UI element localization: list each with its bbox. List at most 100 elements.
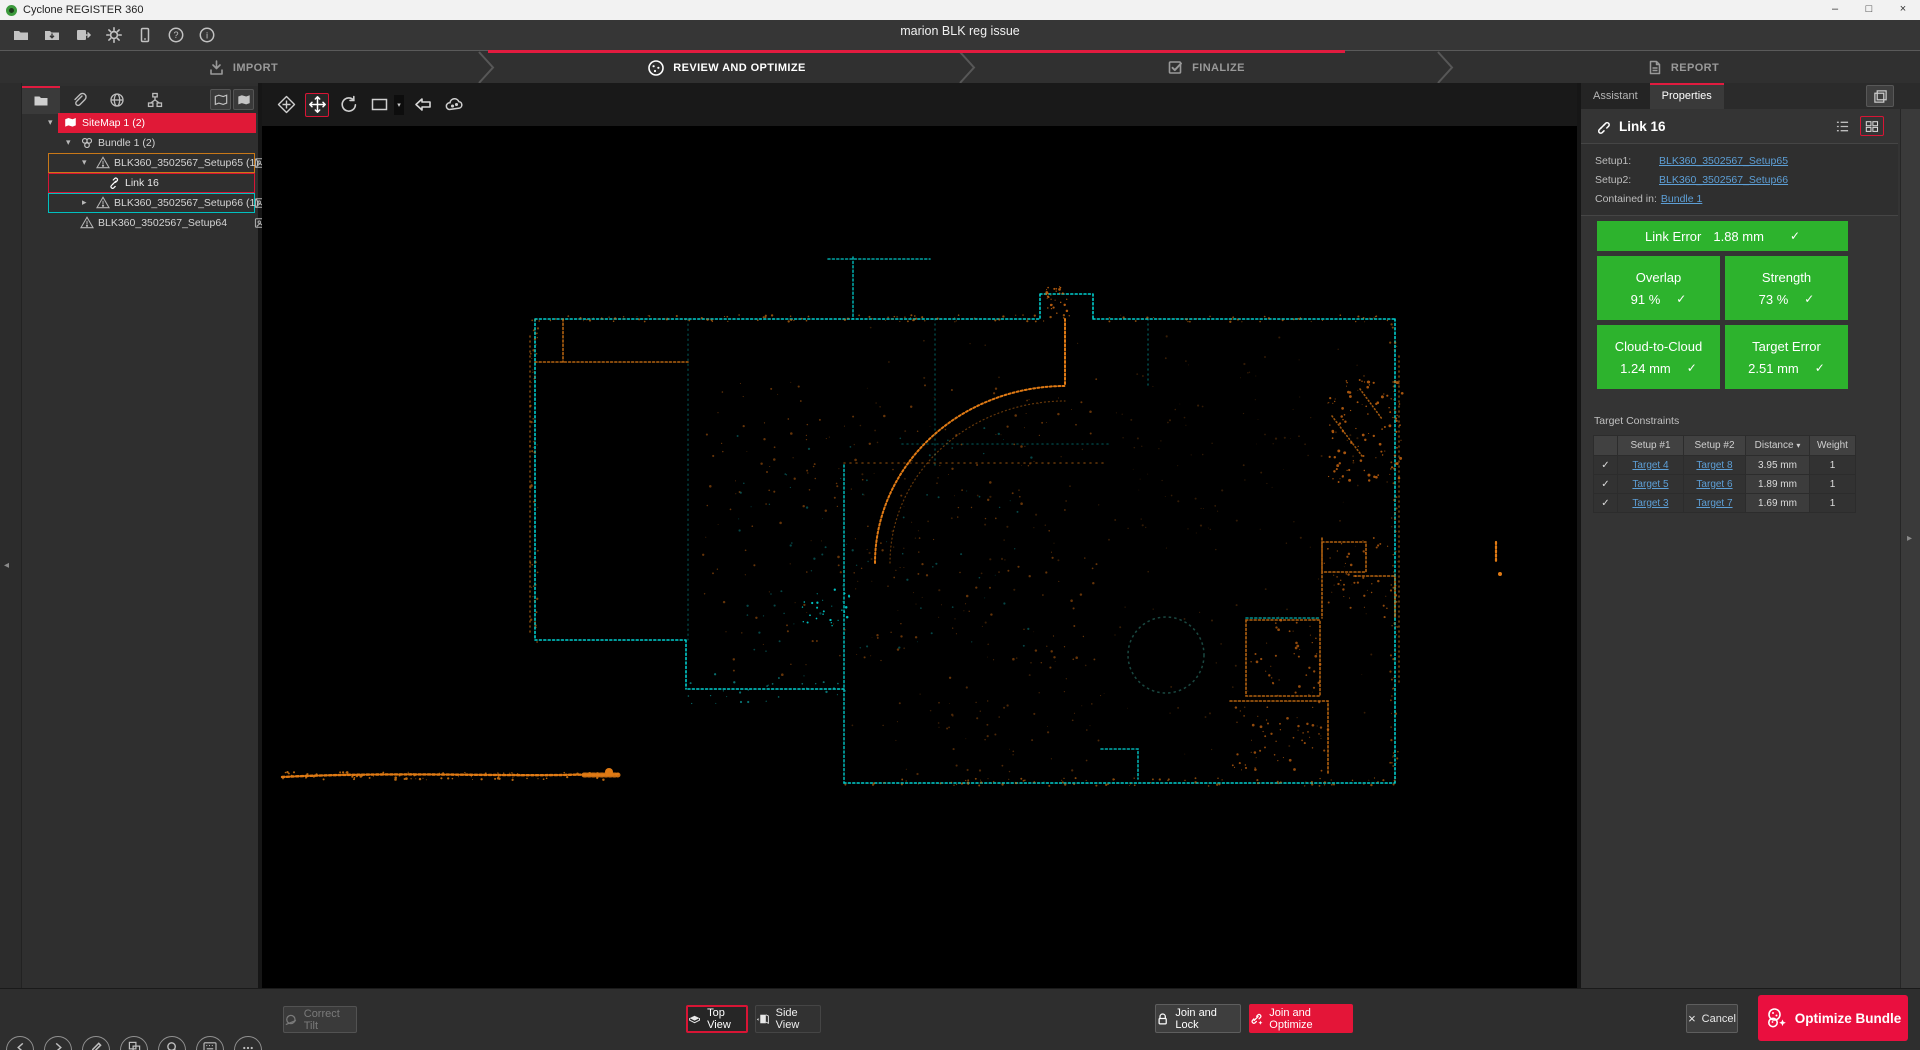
- target-link[interactable]: Target 7: [1696, 498, 1732, 509]
- rotate-tool-button[interactable]: [336, 93, 360, 117]
- rectangle-select-button[interactable]: [367, 93, 391, 117]
- select-tool-dropdown[interactable]: ▾: [394, 95, 404, 115]
- panel-layout-button[interactable]: [1866, 85, 1894, 107]
- folder-save-icon: [43, 26, 61, 44]
- expand-caret-icon[interactable]: ▾: [66, 137, 71, 148]
- tree-item-setup64[interactable]: BLK360_3502567_Setup64: [22, 213, 258, 233]
- workflow-step-review-and-optimize[interactable]: REVIEW AND OPTIMIZE: [486, 51, 967, 84]
- top-view-button[interactable]: Top View: [686, 1005, 748, 1033]
- distance-column-header[interactable]: Distance ▾: [1746, 436, 1810, 456]
- tree-item-setup66[interactable]: ▸ BLK360_3502567_Setup66 (1): [22, 193, 258, 213]
- sidebar-tabs: [22, 86, 258, 114]
- target-link[interactable]: Target 4: [1632, 460, 1668, 471]
- sidebar-tab-links[interactable]: [60, 86, 98, 114]
- tab-assistant[interactable]: Assistant: [1581, 83, 1650, 109]
- check-icon: ✓: [1676, 292, 1686, 306]
- tree-item-setup65[interactable]: ▾ BLK360_3502567_Setup65 (1): [22, 153, 258, 173]
- target-link[interactable]: Target 8: [1696, 460, 1732, 471]
- windows-icon: [128, 1041, 141, 1050]
- side-view-button[interactable]: Side View: [755, 1005, 821, 1033]
- constraint-check[interactable]: ✓: [1594, 475, 1618, 494]
- constraint-check[interactable]: ✓: [1594, 494, 1618, 513]
- point-cloud-viewport[interactable]: [262, 126, 1577, 988]
- search-icon: [166, 1041, 179, 1050]
- constraint-check[interactable]: ✓: [1594, 456, 1618, 475]
- cloud-view-button[interactable]: [442, 93, 466, 117]
- bundle-link[interactable]: Bundle 1: [1661, 193, 1702, 205]
- check-icon: ✓: [1687, 361, 1697, 375]
- constraint-row[interactable]: ✓ Target 3 Target 7 1.69 mm 1: [1594, 494, 1856, 513]
- sidebar-tab-web[interactable]: [98, 86, 136, 114]
- keyboard-button[interactable]: [196, 1036, 224, 1050]
- workflow-step-report[interactable]: REPORT: [1445, 51, 1920, 84]
- join-and-optimize-button[interactable]: Join and Optimize: [1249, 1004, 1353, 1033]
- collapse-right-chevron-icon[interactable]: ▸: [1907, 533, 1912, 544]
- cancel-button[interactable]: × Cancel: [1686, 1004, 1738, 1033]
- find-button[interactable]: [158, 1036, 186, 1050]
- constraint-weight: 1: [1810, 475, 1856, 494]
- move-tool-button[interactable]: [305, 93, 329, 117]
- point-cloud-icon: [444, 95, 465, 114]
- minimize-button[interactable]: –: [1818, 0, 1852, 20]
- publish-button[interactable]: [72, 24, 94, 46]
- layout-button[interactable]: [120, 1036, 148, 1050]
- setup2-column-header[interactable]: Setup #2: [1684, 436, 1746, 456]
- expand-caret-icon[interactable]: ▸: [82, 197, 87, 208]
- sitemap-icon: [214, 93, 228, 107]
- info-button[interactable]: i: [196, 24, 218, 46]
- panel-scrollbar-track[interactable]: ▸: [1900, 109, 1920, 988]
- more-button[interactable]: [234, 1036, 262, 1050]
- sitemap-toggle-button[interactable]: [233, 89, 254, 110]
- optimize-bundle-button[interactable]: Optimize Bundle: [1758, 995, 1908, 1041]
- pan-icon: [277, 95, 296, 114]
- maximize-button[interactable]: □: [1852, 0, 1886, 20]
- open-project-button[interactable]: [10, 24, 32, 46]
- workflow-step-finalize[interactable]: FINALIZE: [967, 51, 1445, 84]
- target-link[interactable]: Target 3: [1632, 498, 1668, 509]
- collapse-left-chevron-icon[interactable]: ◂: [4, 560, 9, 571]
- join-and-lock-button[interactable]: Join and Lock: [1155, 1004, 1241, 1033]
- workflow-step-import[interactable]: IMPORT: [0, 51, 486, 84]
- sidebar-tab-sitemaps[interactable]: [22, 86, 60, 114]
- correct-tilt-button[interactable]: Correct Tilt: [283, 1006, 357, 1033]
- keyboard-icon: [203, 1041, 217, 1050]
- expand-caret-icon[interactable]: ▾: [82, 157, 87, 168]
- list-view-toggle[interactable]: [1830, 116, 1854, 136]
- review-optimize-icon: [647, 59, 665, 77]
- setup1-link[interactable]: BLK360_3502567_Setup65: [1659, 155, 1788, 167]
- edit-button[interactable]: [82, 1036, 110, 1050]
- titlebar: Cyclone REGISTER 360 – □ ×: [0, 0, 1920, 20]
- tree-item-sitemap[interactable]: ▾ SiteMap 1 (2): [22, 113, 258, 133]
- weight-column-header[interactable]: Weight: [1810, 436, 1856, 456]
- tree-item-link16[interactable]: Link 16: [22, 173, 258, 193]
- save-project-button[interactable]: [41, 24, 63, 46]
- link-error-metric: Link Error 1.88 mm ✓: [1597, 221, 1848, 251]
- constraint-row[interactable]: ✓ Target 4 Target 8 3.95 mm 1: [1594, 456, 1856, 475]
- target-constraints-title: Target Constraints: [1594, 415, 1679, 427]
- link-icon: [108, 177, 120, 189]
- warning-triangle-icon: [80, 216, 94, 229]
- close-button[interactable]: ×: [1886, 0, 1920, 20]
- setup1-column-header[interactable]: Setup #1: [1618, 436, 1684, 456]
- target-link[interactable]: Target 6: [1696, 479, 1732, 490]
- history-forward-button[interactable]: [44, 1036, 72, 1050]
- expand-caret-icon[interactable]: ▾: [48, 117, 53, 128]
- history-back-button[interactable]: [6, 1036, 34, 1050]
- settings-button[interactable]: [103, 24, 125, 46]
- grid-view-toggle[interactable]: [1860, 116, 1884, 136]
- left-rail: ◂: [0, 83, 22, 988]
- tree-item-bundle[interactable]: ▾ Bundle 1 (2): [22, 133, 258, 153]
- help-button[interactable]: ?: [165, 24, 187, 46]
- undo-button[interactable]: [411, 93, 435, 117]
- setup2-link[interactable]: BLK360_3502567_Setup66: [1659, 174, 1788, 186]
- constraint-row[interactable]: ✓ Target 5 Target 6 1.89 mm 1: [1594, 475, 1856, 494]
- tab-properties[interactable]: Properties: [1650, 83, 1724, 109]
- target-link[interactable]: Target 5: [1632, 479, 1668, 490]
- device-button[interactable]: [134, 24, 156, 46]
- project-sidebar: ▾ SiteMap 1 (2) ▾ Bundle 1 (2) ▾ BLK360_…: [22, 83, 258, 988]
- sidebar-tab-hierarchy[interactable]: [136, 86, 174, 114]
- sitemap-add-button[interactable]: [210, 89, 231, 110]
- pan-tool-button[interactable]: [274, 93, 298, 117]
- main-toolbar: ? i: [0, 20, 1920, 50]
- svg-text:i: i: [206, 30, 208, 41]
